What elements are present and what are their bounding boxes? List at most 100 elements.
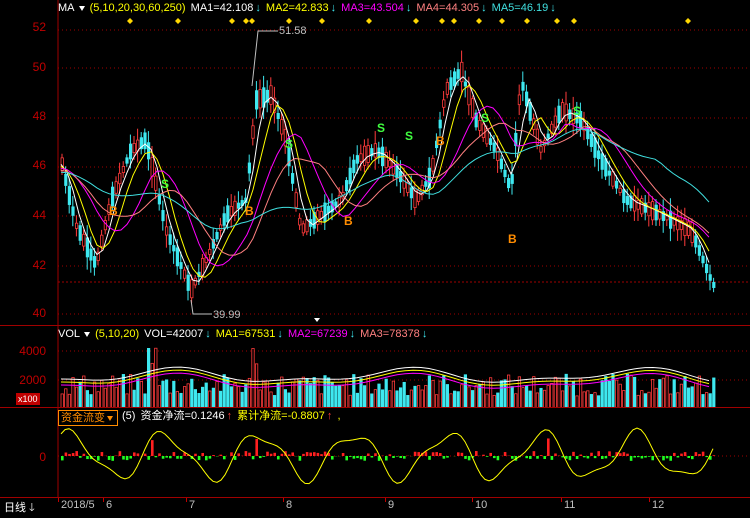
marker-diamond-icon: [554, 18, 560, 24]
volume-bar: [212, 388, 214, 408]
candle-body: [684, 218, 686, 235]
high-price-label: 51.58: [279, 25, 307, 37]
flow-bar: [536, 456, 539, 459]
candle-body: [219, 225, 221, 230]
volume-bar: [518, 377, 520, 408]
flow-bar: [291, 452, 294, 456]
candle-body: [446, 82, 448, 94]
buy-signal: B: [344, 214, 353, 228]
month-label: 2018/5: [61, 499, 95, 511]
candle-body: [345, 180, 347, 190]
volume-bar: [234, 383, 236, 408]
flow-bar: [626, 454, 629, 456]
candle-body: [335, 202, 337, 206]
volume-bar: [561, 391, 563, 408]
volume-bar: [284, 390, 286, 408]
candle-body: [637, 200, 639, 209]
month-label: 12: [652, 499, 664, 511]
dropdown-icon[interactable]: [107, 416, 113, 421]
candle-body: [587, 128, 589, 139]
flow-bar: [155, 456, 158, 457]
flow-bar: [255, 439, 258, 456]
volume-bar: [713, 378, 715, 408]
flow-bar: [579, 455, 582, 456]
tick: [561, 498, 562, 502]
volume-bar: [363, 386, 365, 408]
volume-bar: [630, 375, 632, 408]
candle-body: [623, 190, 625, 203]
marker-diamond-icon: [249, 18, 255, 24]
flow-bar: [367, 453, 370, 456]
candle-body: [353, 160, 355, 173]
marker-diamond-icon: [243, 18, 249, 24]
volume-bar: [198, 393, 200, 408]
volume-bar: [439, 381, 441, 408]
flow-bar: [356, 456, 359, 458]
flow-bar: [540, 455, 543, 456]
volume-bar: [443, 376, 445, 408]
candle-body: [277, 113, 279, 118]
flow-bar: [266, 452, 269, 456]
volume-bar: [227, 378, 229, 408]
volume-bar: [338, 385, 340, 408]
flow-bar: [648, 456, 651, 457]
flow-bar: [705, 456, 708, 457]
candle-body: [655, 205, 657, 220]
flow-bar: [504, 452, 507, 456]
flow-indicator-selector[interactable]: 资金流变: [58, 410, 118, 426]
candlestick-chart[interactable]: BBBBBSSSSSS51.5839.99: [0, 0, 750, 325]
volume-chart[interactable]: [0, 326, 750, 408]
volume-bar: [83, 376, 85, 408]
volume-bar: [230, 387, 232, 408]
down-arrow-icon: 🡓: [26, 502, 35, 514]
volume-bar: [399, 388, 401, 408]
volume-bar: [403, 382, 405, 408]
candle-body: [119, 173, 121, 183]
period-selector[interactable]: 日线 🡓: [4, 499, 35, 518]
candle-body: [518, 95, 520, 105]
flow-bar: [619, 453, 622, 456]
volume-panel[interactable]: VOL (5,10,20) VOL=42007↓ MA1=67531↓ MA2=…: [0, 325, 750, 407]
candle-body: [489, 139, 491, 145]
flow-bar: [547, 438, 550, 456]
candle-body: [122, 166, 124, 172]
candle-body: [651, 202, 653, 220]
flow-bar: [684, 452, 687, 456]
candle-body: [306, 220, 308, 232]
flow-bar: [302, 454, 305, 456]
volume-bar: [684, 376, 686, 408]
volume-unit-badge: x100: [16, 393, 40, 405]
candle-body: [705, 264, 707, 272]
candle-body: [165, 227, 167, 235]
candle-body: [367, 146, 369, 163]
flow-bar: [65, 453, 68, 456]
flow-bar: [601, 456, 604, 459]
flow-bar: [583, 456, 586, 457]
candle-body: [511, 175, 513, 184]
volume-bar: [241, 392, 243, 408]
candle-body: [464, 82, 466, 86]
volume-bar: [428, 376, 430, 408]
candle-body: [554, 116, 556, 127]
volume-bar: [255, 364, 257, 408]
flow-bar: [399, 456, 402, 458]
candle-body: [237, 203, 239, 208]
volume-bar: [115, 387, 117, 408]
flow-bar: [497, 456, 500, 460]
volume-bar: [65, 389, 67, 408]
volume-bar: [191, 379, 193, 408]
candle-body: [695, 236, 697, 247]
marker-diamond-icon: [286, 18, 292, 24]
candle-body: [129, 144, 131, 159]
volume-bar: [342, 386, 344, 408]
volume-bar: [529, 391, 531, 408]
volume-bar: [237, 387, 239, 408]
price-panel[interactable]: MA (5,10,20,30,60,250) MA1=42.108↓ MA2=4…: [0, 0, 750, 325]
flow-bar: [111, 456, 114, 461]
marker-diamond-icon: [499, 18, 505, 24]
flow-bar: [169, 456, 172, 458]
flow-bar: [176, 456, 179, 459]
flow-bar: [687, 456, 690, 458]
candle-body: [68, 187, 70, 205]
candle-body: [252, 126, 254, 138]
